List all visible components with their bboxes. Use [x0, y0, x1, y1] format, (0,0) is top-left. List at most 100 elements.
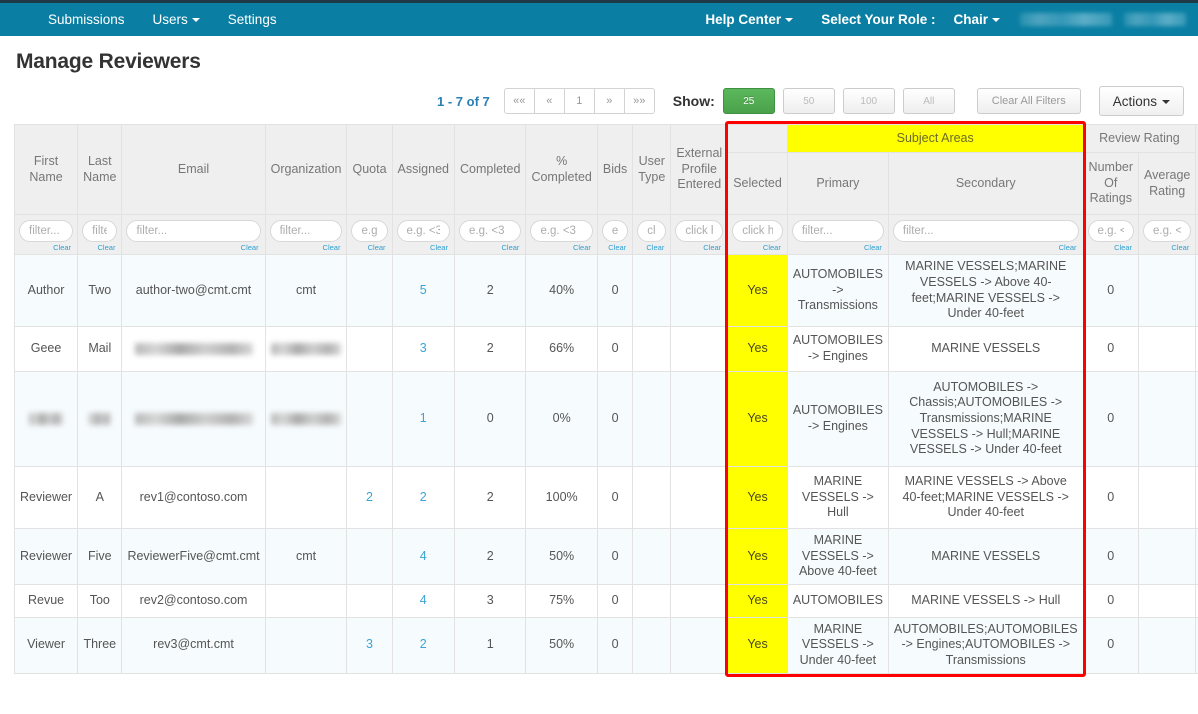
cell-assigned[interactable]: 5 — [391, 254, 455, 327]
clear-filter-user_type[interactable]: Clear — [637, 243, 666, 252]
cell-selected-yes: Yes — [727, 370, 788, 467]
filter-input-external[interactable] — [675, 220, 724, 242]
cell-quota — [346, 370, 393, 467]
clear-filter-last_name[interactable]: Clear — [82, 243, 117, 252]
clear-filter-assigned[interactable]: Clear — [397, 243, 450, 252]
first-page-button[interactable]: «« — [503, 88, 535, 114]
filter-input-bids[interactable] — [601, 220, 629, 242]
chevron-down-icon — [992, 18, 1000, 23]
page-1-button[interactable]: 1 — [563, 88, 595, 114]
cell-assigned[interactable]: 1 — [391, 370, 455, 467]
col-header-email[interactable]: Email — [121, 124, 266, 215]
clear-filter-avg_rating[interactable]: Clear — [1143, 243, 1191, 252]
actions-button[interactable]: Actions — [1098, 86, 1184, 116]
nav-item-submissions[interactable]: Submissions — [34, 3, 139, 36]
page-size-50-button[interactable]: 50 — [782, 88, 835, 114]
filter-input-last_name[interactable] — [82, 220, 118, 242]
cell-external — [670, 583, 729, 618]
cell-first_name — [13, 370, 79, 467]
filter-cell-completed: Clear — [453, 213, 527, 256]
clear-all-filters-button[interactable]: Clear All Filters — [976, 88, 1081, 114]
filter-input-assigned[interactable] — [396, 220, 450, 242]
cell-assigned[interactable]: 2 — [391, 465, 455, 529]
clear-filter-pct[interactable]: Clear — [530, 243, 592, 252]
page-size-100-button[interactable]: 100 — [842, 88, 895, 114]
cell-bids: 0 — [596, 325, 634, 372]
redacted-user-name — [1020, 13, 1112, 26]
col-header-secondary[interactable]: Secondary — [887, 152, 1084, 215]
filter-input-completed[interactable] — [458, 220, 522, 242]
cell-bids: 0 — [596, 527, 634, 585]
select-your-role-label: Select Your Role : — [821, 12, 936, 27]
filter-input-organization[interactable] — [269, 220, 343, 242]
page-size-25-button[interactable]: 25 — [722, 88, 775, 114]
cell-assigned[interactable]: 3 — [391, 325, 455, 372]
cell-first_name: Reviewer — [13, 465, 79, 529]
nav-item-users[interactable]: Users — [139, 3, 214, 36]
cell-secondary: AUTOMOBILES;AUTOMOBILES -> Engines;AUTOM… — [887, 616, 1084, 674]
col-header-selected[interactable]: Selected — [727, 152, 788, 215]
clear-filter-num_ratings[interactable]: Clear — [1088, 243, 1134, 252]
cell-first_name: Reviewer — [13, 527, 79, 585]
cell-completed: 2 — [453, 465, 527, 529]
col-header-first-name[interactable]: First Name — [13, 124, 79, 215]
cell-last_name: Five — [77, 527, 123, 585]
clear-filter-completed[interactable]: Clear — [459, 243, 521, 252]
clear-filter-first_name[interactable]: Clear — [19, 243, 73, 252]
filter-cell-secondary: Clear — [887, 213, 1084, 256]
filter-input-pct[interactable] — [530, 220, 593, 242]
col-header-bids[interactable]: Bids — [596, 124, 634, 215]
cell-assigned[interactable]: 4 — [391, 583, 455, 618]
filter-cell-last_name: Clear — [77, 213, 123, 256]
col-header-user-type[interactable]: User Type — [632, 124, 672, 215]
last-page-button[interactable]: »» — [623, 88, 655, 114]
cell-completed: 0 — [453, 370, 527, 467]
col-header-number-of-ratings[interactable]: Number Of Ratings — [1082, 152, 1140, 215]
navbar-left-group: Submissions Users Settings — [0, 3, 291, 36]
filter-input-primary[interactable] — [791, 220, 884, 242]
nav-item-help-center[interactable]: Help Center — [691, 3, 807, 36]
next-page-button[interactable]: » — [593, 88, 625, 114]
filter-input-selected[interactable] — [732, 220, 783, 242]
filter-input-avg_rating[interactable] — [1143, 220, 1192, 242]
col-header-external-profile[interactable]: External Profile Entered — [670, 124, 729, 215]
cell-user_type — [632, 583, 672, 618]
col-header-assigned[interactable]: Assigned — [391, 124, 455, 215]
clear-filter-quota[interactable]: Clear — [351, 243, 387, 252]
filter-input-first_name[interactable] — [19, 220, 74, 242]
cell-num_ratings: 0 — [1082, 370, 1140, 467]
cell-bids: 0 — [596, 465, 634, 529]
clear-filter-organization[interactable]: Clear — [270, 243, 343, 252]
actions-button-label: Actions — [1112, 93, 1157, 109]
role-selector[interactable]: Chair — [939, 3, 1014, 36]
clear-filter-secondary[interactable]: Clear — [893, 243, 1079, 252]
filter-input-user_type[interactable] — [637, 220, 667, 242]
page-size-all-button[interactable]: All — [902, 88, 955, 114]
filter-input-quota[interactable] — [351, 220, 388, 242]
nav-item-settings[interactable]: Settings — [214, 3, 291, 36]
cell-assigned[interactable]: 2 — [391, 616, 455, 674]
clear-filter-primary[interactable]: Clear — [792, 243, 884, 252]
clear-filter-selected[interactable]: Clear — [732, 243, 783, 252]
col-header-average-rating[interactable]: Average Rating — [1138, 152, 1197, 215]
cell-assigned[interactable]: 4 — [391, 527, 455, 585]
cell-secondary: MARINE VESSELS;MARINE VESSELS -> Above 4… — [887, 254, 1084, 327]
col-header-last-name[interactable]: Last Name — [77, 124, 123, 215]
col-header-quota[interactable]: Quota — [346, 124, 393, 215]
col-header-completed[interactable]: Completed — [453, 124, 527, 215]
clear-filter-external[interactable]: Clear — [675, 243, 723, 252]
table-row: Reviewer Arev1@contoso.com 2 2 2 100% 0 Yes MARI… — [13, 465, 1198, 529]
cell-quota[interactable]: 3 — [346, 616, 393, 674]
prev-page-button[interactable]: « — [533, 88, 565, 114]
cell-primary: AUTOMOBILES -> Transmissions — [786, 254, 889, 327]
cell-quota[interactable]: 2 — [346, 465, 393, 529]
filter-input-secondary[interactable] — [892, 220, 1079, 242]
clear-filter-bids[interactable]: Clear — [602, 243, 628, 252]
col-header-primary[interactable]: Primary — [786, 152, 889, 215]
cell-email: rev2@contoso.com — [121, 583, 266, 618]
filter-input-num_ratings[interactable] — [1087, 220, 1135, 242]
col-header-pct-completed[interactable]: % Completed — [525, 124, 598, 215]
col-header-organization[interactable]: Organization — [264, 124, 348, 215]
filter-input-email[interactable] — [126, 220, 261, 242]
clear-filter-email[interactable]: Clear — [126, 243, 260, 252]
